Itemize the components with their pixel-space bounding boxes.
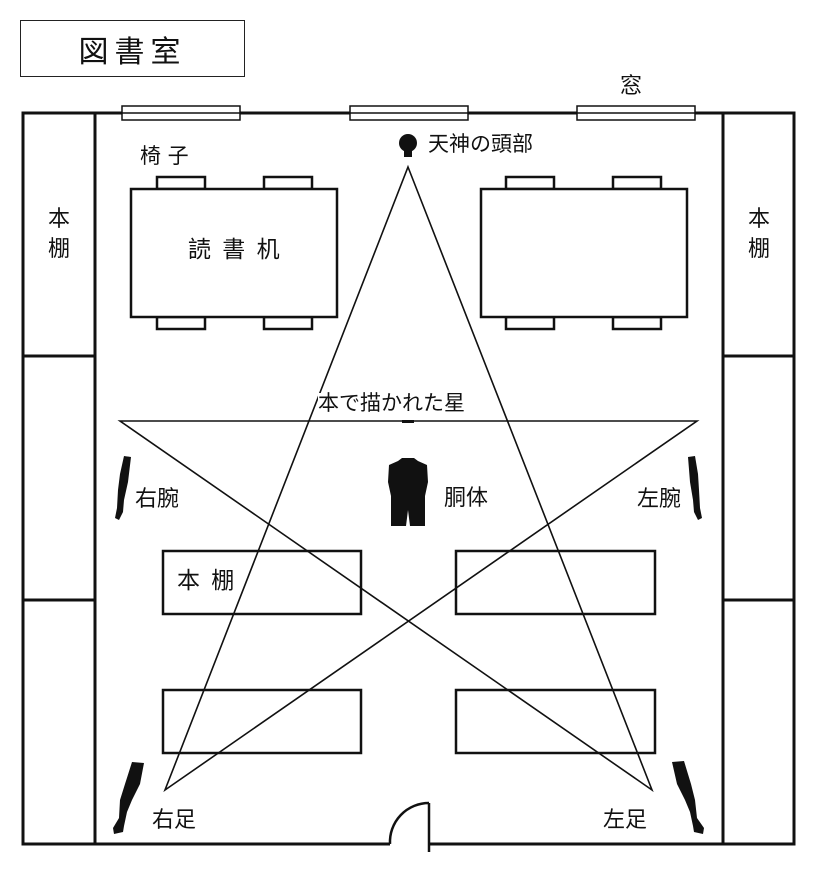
left-leg-label: 左足 — [603, 808, 648, 833]
head-label: 天神の頭部 — [428, 132, 533, 156]
right-leg-icon — [113, 762, 144, 834]
shelf-right-label: 本 棚 — [745, 205, 773, 265]
shelf-right-label-top: 本 — [747, 207, 770, 232]
door-icon[interactable] — [388, 801, 431, 852]
left-arm-icon — [688, 456, 702, 520]
right-leg-label: 右足 — [152, 808, 197, 833]
star-center-mark — [402, 420, 414, 423]
desk-label: 読 書 机 — [188, 237, 282, 263]
shelf-left-label-bottom: 棚 — [47, 237, 70, 262]
head-icon — [399, 134, 417, 157]
star-label: 本で描かれた星 — [318, 391, 465, 415]
chair-label: 椅 子 — [140, 144, 189, 168]
right-arm-label: 右腕 — [135, 487, 180, 512]
reading-desk-right — [479, 187, 689, 319]
torso-label: 胴体 — [444, 486, 489, 511]
chair — [155, 315, 207, 331]
shelf-right-label-bottom: 棚 — [747, 237, 770, 262]
chair — [262, 175, 314, 191]
chair — [155, 175, 207, 191]
bookshelf-center-3 — [161, 688, 363, 755]
shelf-left-label-top: 本 — [47, 207, 70, 232]
chair — [611, 315, 663, 331]
chair — [504, 175, 556, 191]
shelf-center-label: 本 棚 — [177, 568, 237, 594]
torso-icon — [388, 458, 428, 526]
bookshelf-center-2 — [454, 549, 657, 616]
chair — [611, 175, 663, 191]
chair — [504, 315, 556, 331]
right-arm-icon — [115, 456, 131, 520]
left-leg-icon — [672, 761, 704, 834]
window-label: 窓 — [620, 74, 643, 99]
chair — [262, 315, 314, 331]
shelf-left-label: 本 棚 — [45, 205, 73, 265]
left-arm-label: 左腕 — [637, 487, 682, 512]
floor-plan — [21, 105, 796, 852]
